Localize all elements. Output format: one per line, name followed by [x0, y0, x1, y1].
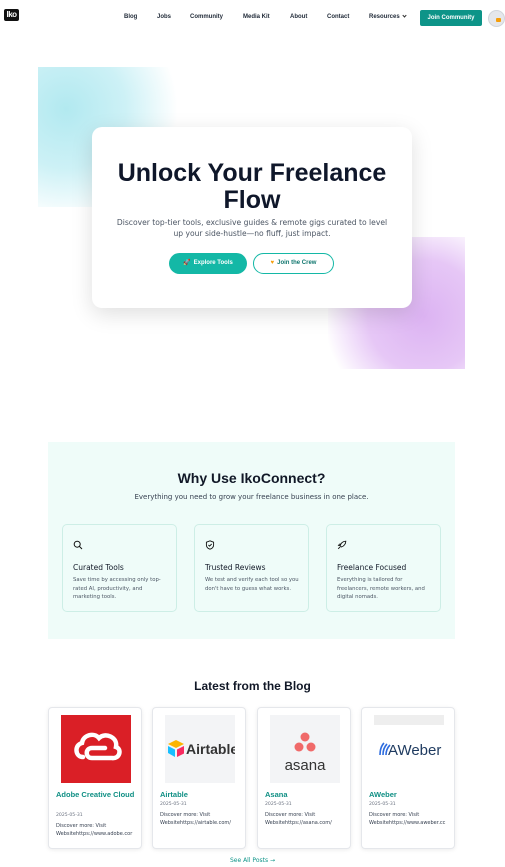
feature-card-trusted-reviews: Trusted Reviews We test and verify each …: [194, 524, 309, 612]
post-desc: Websitehttps://www.aweber.cc: [369, 820, 446, 826]
svg-text:asana: asana: [285, 757, 327, 774]
chevron-down-icon: [402, 13, 407, 18]
nav-link-resources[interactable]: Resources: [369, 13, 407, 20]
feature-desc: We test and verify each tool so you don'…: [205, 577, 299, 592]
post-title[interactable]: Airtable: [160, 789, 242, 800]
explore-tools-button[interactable]: 🚀 Explore Tools: [169, 253, 247, 274]
blog-post-card[interactable]: Adobe Creative Cloud 2025-05-31 Discover…: [48, 707, 142, 849]
join-crew-button[interactable]: ♥ Join the Crew: [253, 253, 334, 274]
adobe-cc-icon: [74, 732, 122, 761]
top-nav: Iko Blog Jobs Community Media Kit About …: [0, 0, 505, 36]
hero-title: Unlock Your Freelance Flow: [117, 159, 387, 214]
rocket-icon: 🚀: [183, 260, 191, 266]
feature-desc: Save time by accessing only top-rated AI…: [73, 577, 161, 600]
airtable-icon: Airtable: [168, 740, 235, 757]
svg-text:AWeber: AWeber: [388, 742, 441, 759]
post-desc: Websitehttps://asana.com/: [265, 820, 332, 826]
aweber-icon: AWeber: [374, 715, 444, 759]
nav-link-blog[interactable]: Blog: [124, 14, 137, 20]
post-desc: Discover more: Visit: [56, 823, 107, 829]
why-section: Why Use IkoConnect? Everything you need …: [48, 442, 455, 639]
search-icon: [73, 540, 83, 550]
feature-title: Curated Tools: [73, 563, 124, 572]
heart-icon: ♥: [270, 260, 275, 266]
join-crew-label: Join the Crew: [277, 260, 317, 266]
blog-post-card[interactable]: asana Asana 2025-05-31 Discover more: Vi…: [257, 707, 351, 849]
post-desc: Discover more: Visit: [265, 812, 316, 818]
post-title[interactable]: AWeber: [369, 789, 451, 800]
feature-desc: Everything is tailored for freelancers, …: [337, 577, 425, 600]
hero-card: Unlock Your Freelance Flow Discover top-…: [92, 127, 412, 308]
post-desc: Discover more: Visit: [369, 812, 420, 818]
why-subtitle: Everything you need to grow your freelan…: [134, 493, 369, 501]
shield-check-icon: [205, 540, 215, 550]
blog-post-card[interactable]: AWeber AWeber 2025-05-31 Discover more: …: [361, 707, 455, 849]
explore-tools-label: Explore Tools: [193, 260, 233, 266]
aweber-logo: AWeber: [374, 715, 444, 783]
nav-link-community[interactable]: Community: [190, 14, 223, 20]
post-date: 2025-05-31: [369, 802, 396, 807]
feature-card-freelance-focused: Freelance Focused Everything is tailored…: [326, 524, 441, 612]
feature-title: Trusted Reviews: [205, 563, 266, 572]
why-title: Why Use IkoConnect?: [177, 470, 326, 486]
asana-logo: asana: [270, 715, 340, 783]
post-desc: Websitehttps://www.adobe.cor: [56, 831, 133, 837]
svg-text:Airtable: Airtable: [186, 741, 235, 757]
see-all-posts-link[interactable]: See All Posts →: [0, 857, 505, 864]
resources-label: Resources: [369, 14, 400, 20]
rocket-icon: [337, 540, 347, 550]
asana-icon: asana: [285, 732, 327, 774]
post-desc: Discover more: Visit: [160, 812, 211, 818]
blog-post-card[interactable]: Airtable Airtable 2025-05-31 Discover mo…: [152, 707, 246, 849]
nav-link-media-kit[interactable]: Media Kit: [243, 14, 270, 20]
blog-section-title: Latest from the Blog: [194, 679, 311, 693]
join-community-button[interactable]: Join Community: [420, 10, 482, 26]
airtable-logo: Airtable: [165, 715, 235, 783]
post-date: 2025-05-31: [265, 802, 292, 807]
post-date: 2025-05-31: [56, 813, 83, 818]
feature-title: Freelance Focused: [337, 563, 407, 572]
hero-subtitle: Discover top-tier tools, exclusive guide…: [116, 218, 388, 238]
nav-link-about[interactable]: About: [290, 14, 307, 20]
post-desc: Websitehttps://airtable.com/: [160, 820, 231, 826]
nav-link-contact[interactable]: Contact: [327, 14, 349, 20]
post-title[interactable]: Asana: [265, 789, 347, 800]
site-logo[interactable]: Iko: [4, 9, 19, 21]
nav-link-jobs[interactable]: Jobs: [157, 14, 171, 20]
adobe-logo: [61, 715, 131, 783]
feature-card-curated-tools: Curated Tools Save time by accessing onl…: [62, 524, 177, 612]
post-title[interactable]: Adobe Creative Cloud: [56, 789, 138, 800]
post-date: 2025-05-31: [160, 802, 187, 807]
avatar[interactable]: [488, 10, 505, 27]
